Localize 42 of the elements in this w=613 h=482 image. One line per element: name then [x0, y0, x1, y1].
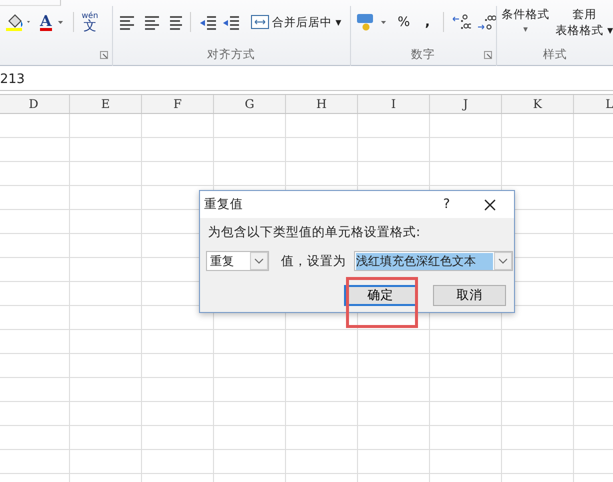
- close-icon[interactable]: [484, 198, 496, 210]
- caret-icon[interactable]: [380, 18, 388, 26]
- dialog-title: 重复值: [204, 196, 244, 213]
- highlight-rectangle: [346, 277, 418, 328]
- column-header[interactable]: J: [430, 95, 502, 113]
- group-label: 样式: [542, 47, 567, 62]
- help-button[interactable]: ?: [443, 197, 450, 212]
- percent-button[interactable]: %: [392, 14, 415, 30]
- rule-select[interactable]: 重复: [206, 251, 269, 271]
- column-header[interactable]: G: [214, 95, 286, 113]
- column-header[interactable]: D: [0, 95, 70, 113]
- caret-icon[interactable]: [56, 18, 65, 26]
- column-header[interactable]: F: [142, 95, 214, 113]
- format-label: 值，设置为: [281, 252, 346, 270]
- phonetic-button[interactable]: wén 文: [82, 11, 98, 33]
- column-header[interactable]: H: [286, 95, 358, 113]
- currency-icon[interactable]: [356, 13, 375, 31]
- dialog-button[interactable]: 取消: [433, 285, 506, 306]
- column-header[interactable]: K: [502, 95, 574, 113]
- dropdown-icon[interactable]: [250, 252, 268, 270]
- format-as-table-button[interactable]: 套用 表格格式 ▾: [556, 6, 613, 38]
- comma-button[interactable]: ,: [420, 14, 435, 30]
- merge-center-button[interactable]: 合并后居中 ▾: [250, 14, 342, 30]
- column-header[interactable]: I: [358, 95, 430, 113]
- column-header[interactable]: E: [70, 95, 142, 113]
- font-color-button[interactable]: A: [40, 14, 52, 30]
- group-label: 对齐方式: [207, 47, 256, 62]
- merge-cells-icon: [250, 15, 269, 29]
- dialog-button[interactable]: 确定: [344, 285, 417, 306]
- column-header[interactable]: L: [574, 95, 613, 113]
- align-lines-icon[interactable]: [118, 14, 136, 30]
- dropdown-icon[interactable]: [494, 252, 512, 270]
- dialog-launcher-icon[interactable]: [484, 51, 492, 59]
- conditional-format-button[interactable]: 条件格式 ▾: [502, 6, 550, 38]
- formula-value: 213: [0, 72, 25, 86]
- formula-bar[interactable]: 213: [0, 68, 613, 91]
- format-select[interactable]: 浅红填充色深红色文本: [354, 251, 513, 271]
- indent-icon[interactable]: [222, 14, 240, 30]
- indent-icon[interactable]: [198, 14, 217, 30]
- group-label: 数字: [411, 47, 436, 62]
- dialog-prompt: 为包含以下类型值的单元格设置格式:: [207, 223, 422, 241]
- dialog-launcher-icon[interactable]: [100, 51, 108, 59]
